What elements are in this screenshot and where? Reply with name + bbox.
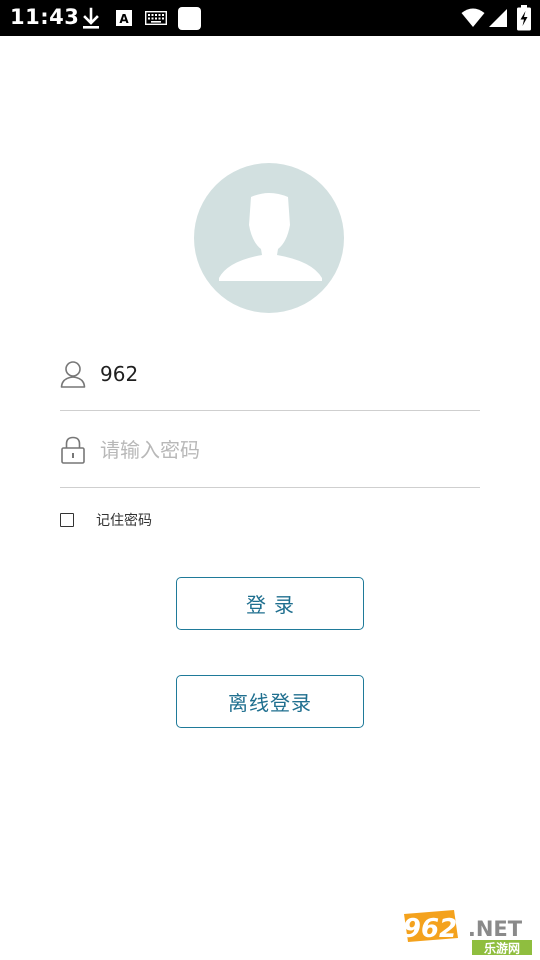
username-divider bbox=[60, 410, 480, 411]
avatar bbox=[194, 163, 344, 313]
username-field[interactable]: 962 bbox=[60, 350, 480, 398]
password-input[interactable]: 请输入密码 bbox=[100, 436, 200, 464]
cellular-signal-icon bbox=[489, 9, 507, 27]
user-icon bbox=[60, 361, 86, 388]
download-icon bbox=[83, 7, 99, 29]
watermark-subtitle: 乐游网 bbox=[484, 941, 520, 956]
keyboard-icon bbox=[145, 11, 167, 25]
lock-icon bbox=[61, 436, 85, 464]
status-bar: 11:43 A bbox=[0, 0, 540, 36]
remember-checkbox[interactable] bbox=[60, 513, 74, 527]
remember-label: 记住密码 bbox=[96, 513, 152, 529]
status-time: 11:43 bbox=[10, 5, 80, 29]
watermark-logo: 962 .NET 乐游网 bbox=[403, 910, 532, 956]
watermark-suffix: .NET bbox=[468, 917, 523, 941]
app-square-icon bbox=[178, 7, 201, 30]
username-input[interactable]: 962 bbox=[100, 360, 138, 388]
font-icon-letter: A bbox=[119, 12, 129, 26]
offline-login-button[interactable]: 离线登录 bbox=[176, 675, 364, 728]
password-divider bbox=[60, 487, 480, 488]
wifi-icon bbox=[461, 8, 485, 27]
battery-charging-icon bbox=[517, 5, 531, 31]
font-a-icon: A bbox=[116, 10, 132, 26]
password-field[interactable]: 请输入密码 bbox=[60, 426, 480, 474]
watermark-brand: 962 bbox=[403, 914, 457, 944]
login-button[interactable]: 登录 bbox=[176, 577, 364, 630]
